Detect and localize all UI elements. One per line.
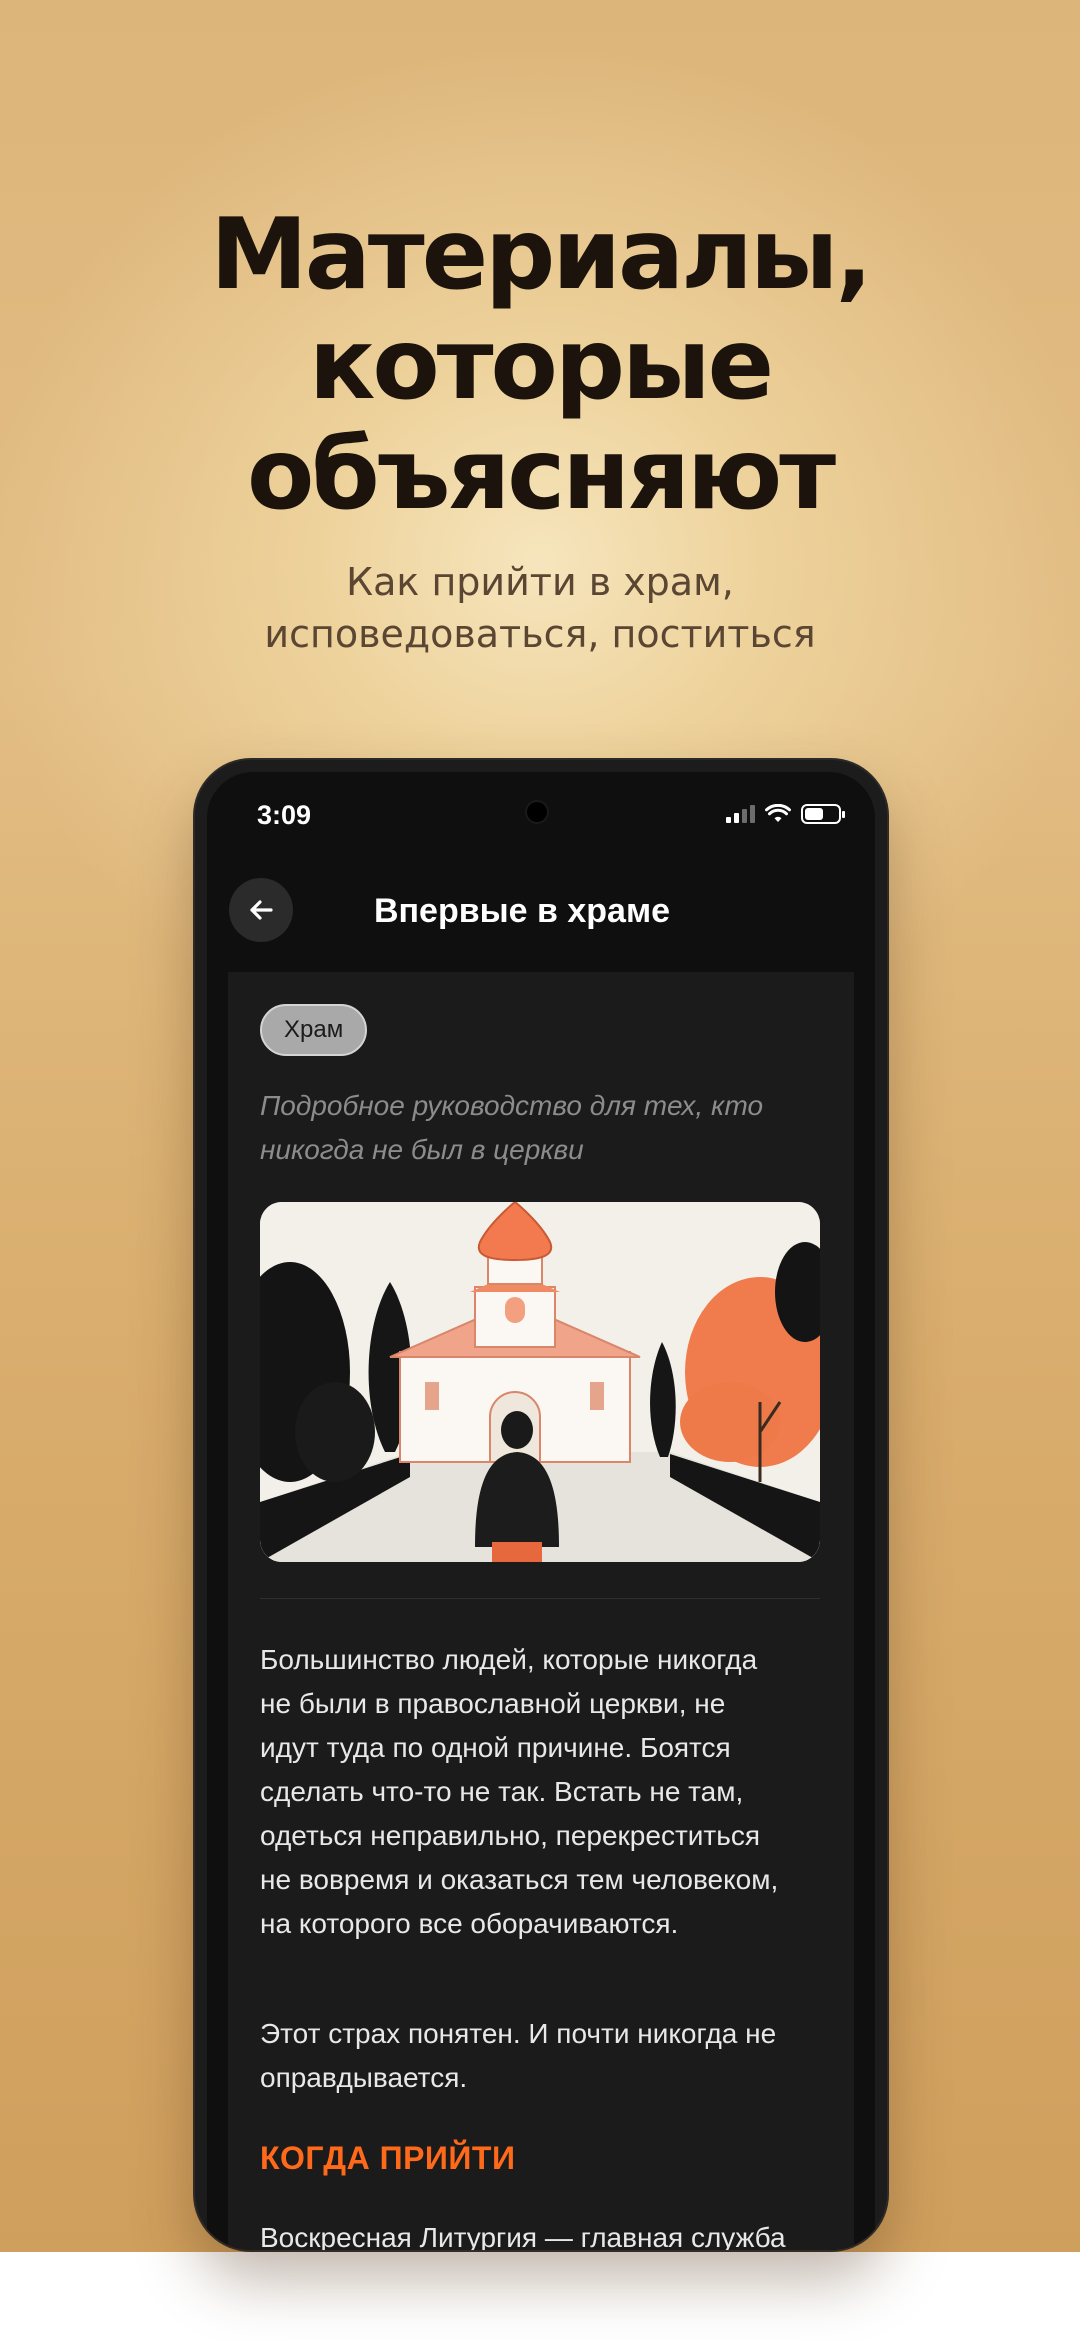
status-icons [726,802,845,826]
app-header: Впервые в храме [207,842,875,962]
paragraph-line: идут туда по одной причине. Боятся [260,1732,731,1763]
section-heading: КОГДА ПРИЙТИ [260,2140,516,2176]
front-camera [527,802,547,822]
lead-line: никогда не был в церкви [260,1134,584,1165]
paragraph: Большинство людей, которые никогда не бы… [260,1638,820,1946]
paragraph-line: сделать что-то не так. Встать не там, [260,1776,744,1807]
wifi-icon [765,804,791,822]
lead-line: Подробное руководство для тех, кто [260,1090,764,1121]
paragraph-line: на которого все оборачиваются. [260,1908,679,1939]
bottom-margin [0,2252,1080,2340]
headline-line: которые [308,308,774,422]
phone-frame: 3:09 Впервые в храме Храм Подробное руко… [195,760,887,2250]
paragraph: Воскресная Литургия — главная служба [260,2216,820,2250]
paragraph-line: оправдывается. [260,2062,468,2093]
paragraph: Этот страх понятен. И почти никогда не о… [260,2012,820,2100]
category-tag[interactable]: Храм [260,1004,368,1056]
phone-screen: 3:09 Впервые в храме Храм Подробное руко… [207,772,875,2250]
article-content: Храм Подробное руководство для тех, кто … [228,972,854,2250]
promo-headline: Материалы, которые объясняют [0,200,1080,530]
status-bar: 3:09 [207,772,875,842]
church-illustration [260,1202,820,1562]
divider [260,1598,820,1599]
headline-line: Материалы, [210,198,873,312]
paragraph-line: не вовремя и оказаться тем человеком, [260,1864,779,1895]
promo-subhead: Как прийти в храм, исповедоваться, пости… [0,556,1080,660]
subhead-line: исповедоваться, поститься [264,612,816,656]
paragraph-line: Этот страх понятен. И почти никогда не [260,2018,777,2049]
paragraph-line: Большинство людей, которые никогда [260,1644,758,1675]
subhead-line: Как прийти в храм, [346,560,734,604]
article-lead: Подробное руководство для тех, кто никог… [260,1084,820,1172]
paragraph-line: Воскресная Литургия — главная служба [260,2222,786,2250]
signal-icon [726,805,755,823]
headline-line: объясняют [246,418,836,532]
church-drawing [260,1202,820,1562]
paragraph-line: одеться неправильно, перекреститься [260,1820,760,1851]
status-time: 3:09 [257,800,312,830]
page-title: Впервые в храме [373,892,671,930]
battery-icon [801,804,845,824]
paragraph-line: не были в православной церкви, не [260,1688,726,1719]
